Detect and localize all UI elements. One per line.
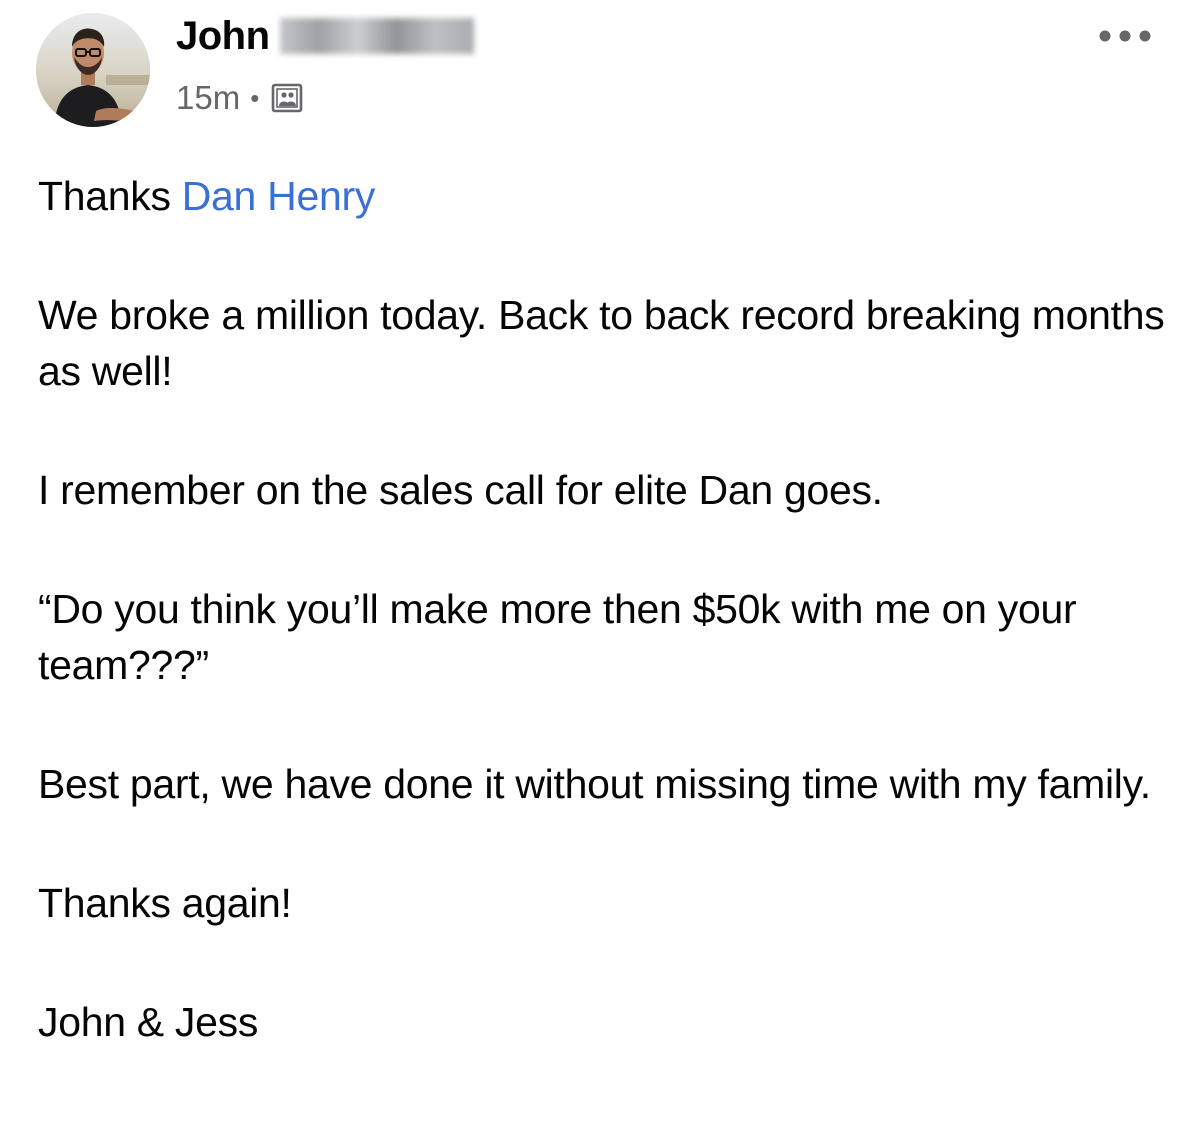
- group-audience-icon[interactable]: [270, 81, 304, 115]
- post-signature: John & Jess: [38, 999, 259, 1045]
- post-meta: 15m •: [176, 76, 304, 120]
- post-timestamp[interactable]: 15m: [176, 76, 240, 120]
- post-paragraph: “Do you think you’ll make more then $50k…: [38, 586, 1077, 688]
- post-paragraph-thanks: Thanks Dan Henry: [38, 168, 1178, 224]
- post-paragraph: We broke a million today. Back to back r…: [38, 292, 1165, 394]
- redacted-last-name: [279, 18, 474, 54]
- author-name[interactable]: John: [176, 12, 270, 60]
- author-avatar[interactable]: [36, 13, 150, 127]
- meta-separator: •: [250, 83, 260, 113]
- post-body: Thanks Dan Henry We broke a million toda…: [38, 168, 1178, 1050]
- author-name-row: John: [176, 12, 474, 60]
- mention-link[interactable]: Dan Henry: [182, 173, 376, 219]
- post-paragraph: Best part, we have done it without missi…: [38, 761, 1151, 807]
- post-paragraph: Thanks again!: [38, 880, 292, 926]
- post-card: John 15m • Thanks Dan Henry We broke a m…: [0, 0, 1200, 1139]
- more-options-icon: [1099, 30, 1151, 42]
- thanks-prefix: Thanks: [38, 173, 182, 219]
- post-paragraph: I remember on the sales call for elite D…: [38, 467, 883, 513]
- more-options-button[interactable]: [1090, 16, 1160, 56]
